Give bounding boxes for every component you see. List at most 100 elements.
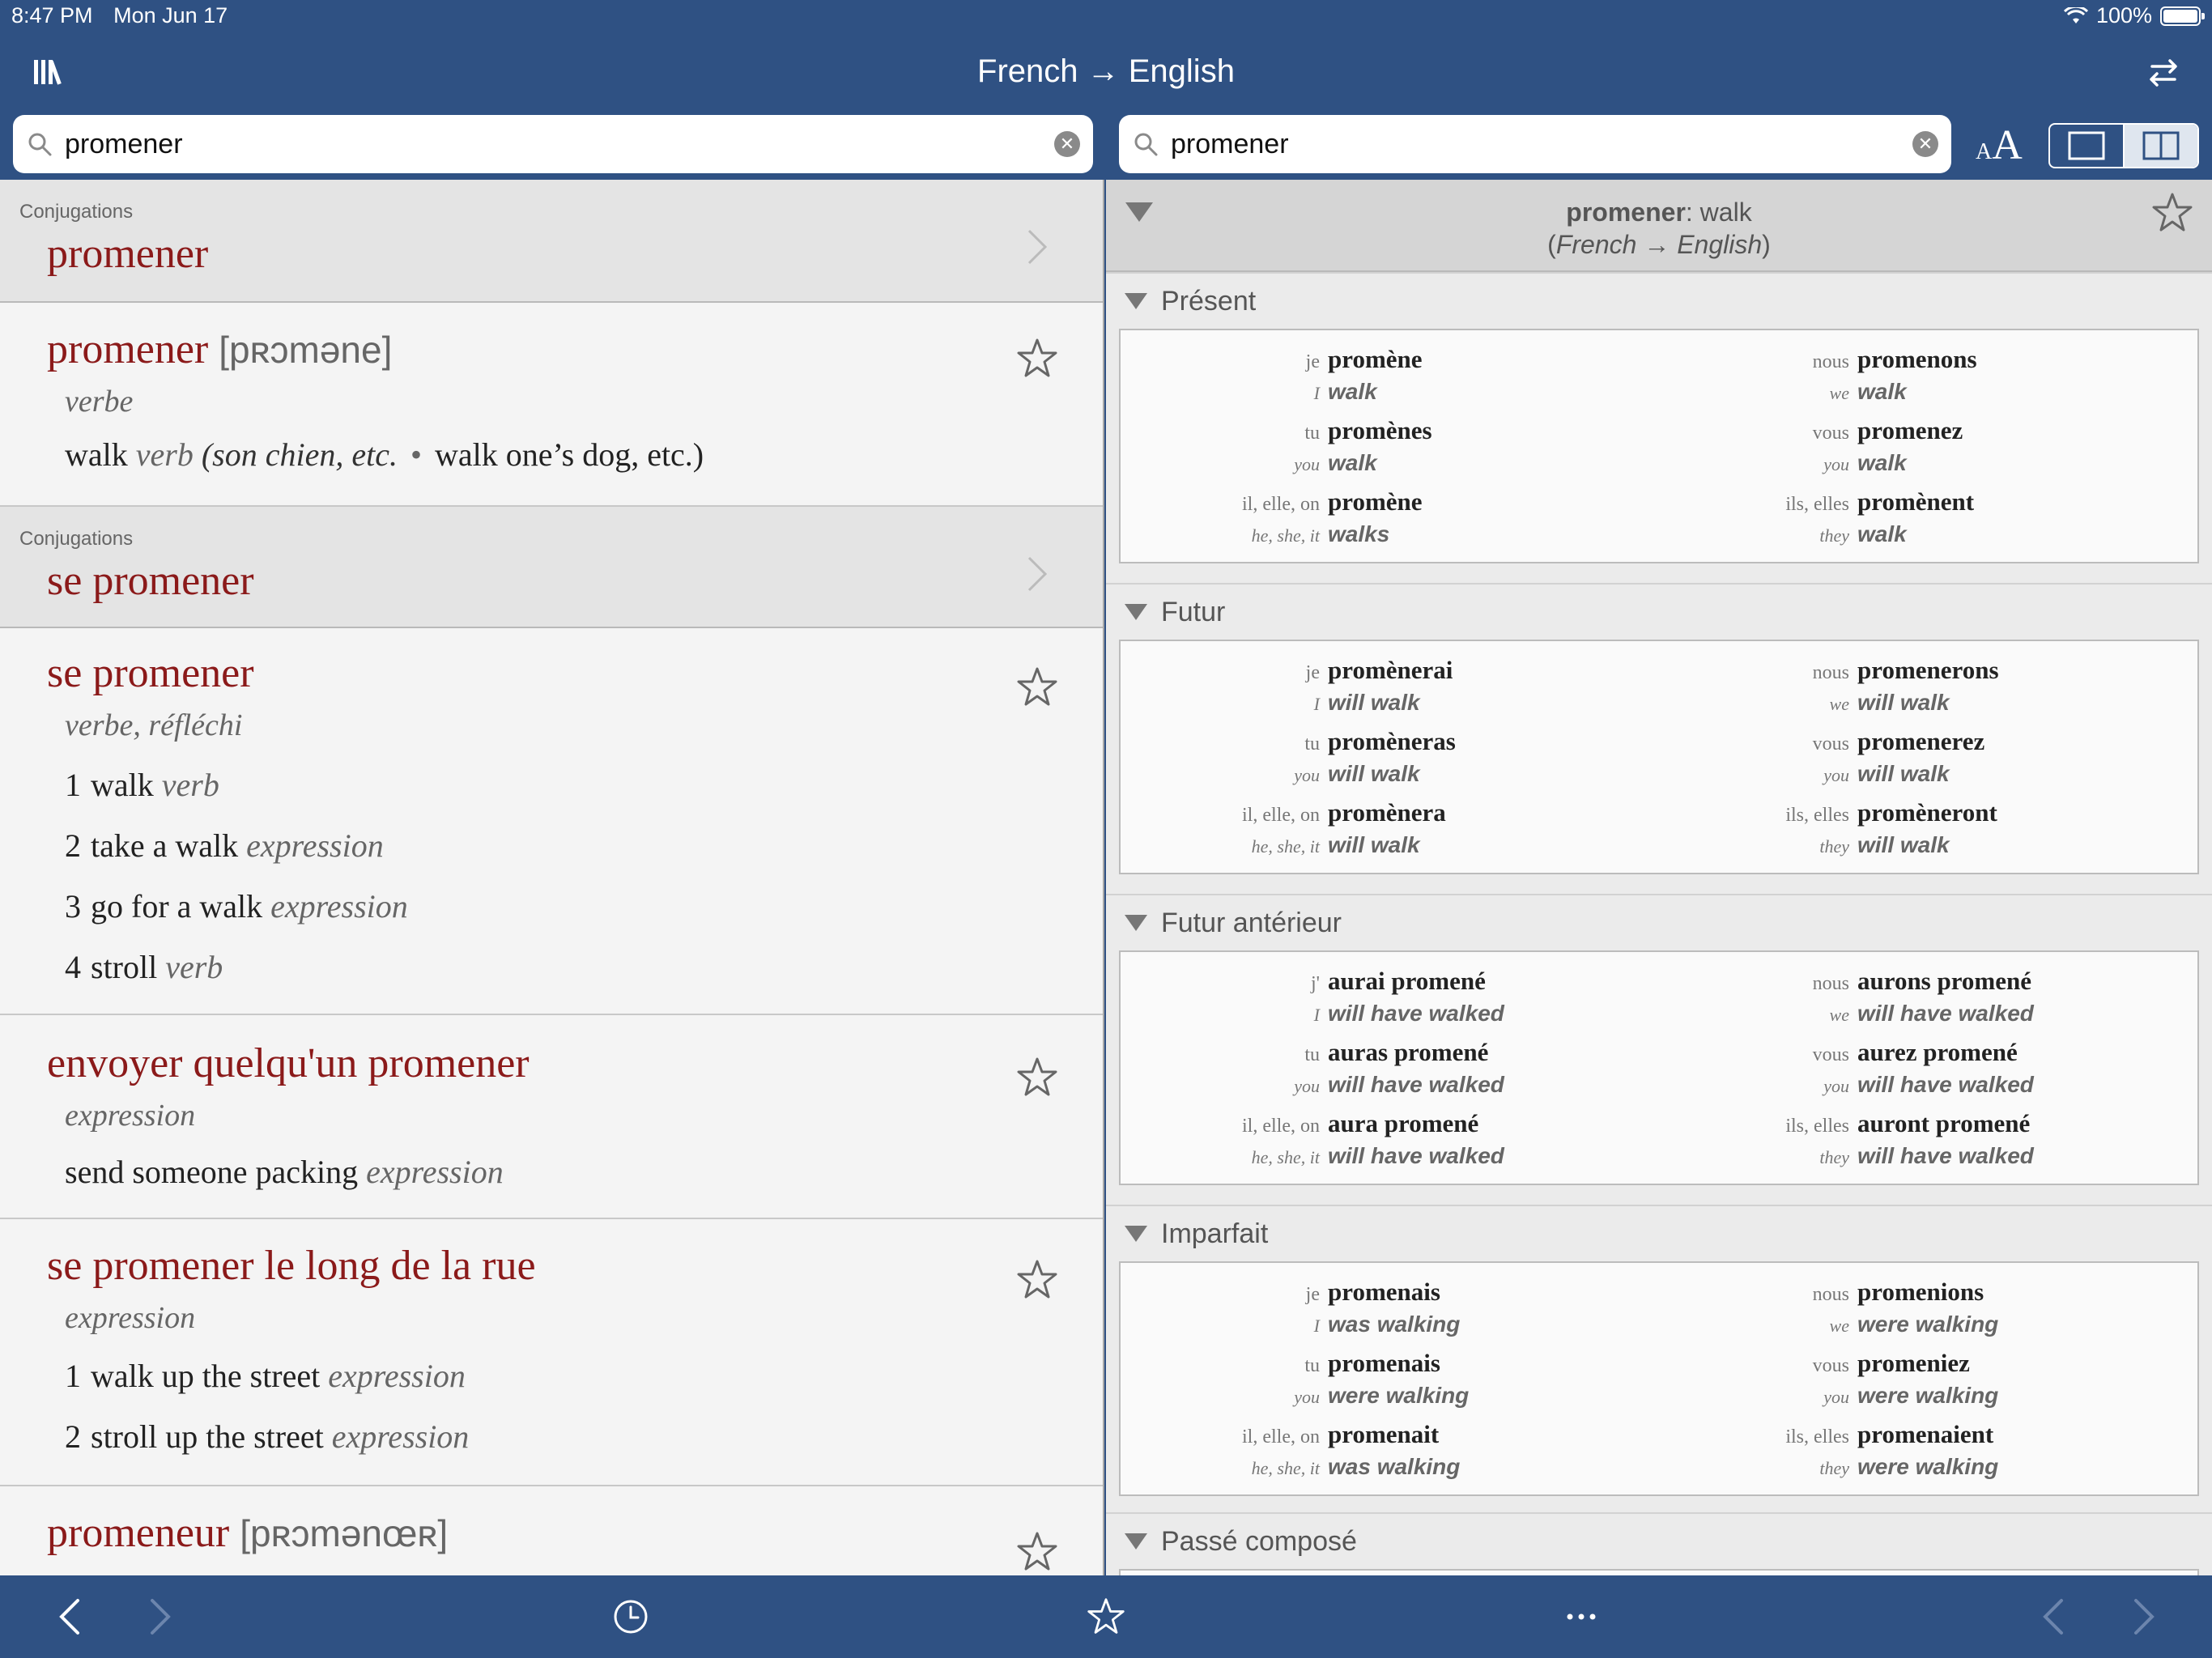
conjugation-translation: you were walking — [1823, 1383, 1999, 1408]
conjugation-form: je promènerai — [1305, 656, 1453, 684]
entry-sense: 4 stroll verb — [65, 949, 223, 985]
search-input-left[interactable] — [65, 128, 1054, 160]
favorites-icon[interactable] — [1086, 1596, 1126, 1637]
tense-header[interactable]: Futur — [1124, 596, 1225, 628]
conjugations-headword: se promener — [47, 558, 254, 604]
conjugation-translation: you walk — [1294, 450, 1377, 475]
tense-header[interactable]: Imparfait — [1124, 1218, 1268, 1250]
font-size-button[interactable]: AA — [1976, 121, 2032, 170]
star-icon[interactable] — [1015, 1258, 1059, 1302]
conjugation-translation: we will have walked — [1829, 1001, 2034, 1026]
conjugation-form: vous promenerez — [1812, 727, 1985, 755]
entry-sense: 2 take a walk expression — [65, 827, 384, 864]
conjugations-caption: Conjugations — [19, 201, 134, 223]
tense-name: Imparfait — [1161, 1218, 1269, 1249]
conjugation-translation: Iwill walk — [1313, 690, 1420, 715]
conjugation-translation: Iwas walking — [1313, 1312, 1461, 1337]
star-icon[interactable] — [1015, 337, 1059, 380]
entry-sense: 1 walk up the street expression — [65, 1358, 466, 1394]
tense-section-passe-compose[interactable]: Passé composé — [1106, 1512, 2212, 1575]
conjugation-form: nous promenons — [1812, 345, 1977, 373]
conjugations-caption: Conjugations — [19, 528, 134, 550]
status-bar-left: 8:47 PM Mon Jun 17 — [11, 3, 242, 28]
conjugation-translation: they were walking — [1819, 1454, 1999, 1479]
entry-se-promener-le-long-de-la-rue[interactable]: se promener le long de la rue expression… — [0, 1219, 1103, 1486]
conjugation-pane[interactable]: promener: walk (French → English) Présen… — [1106, 180, 2212, 1575]
tense-header[interactable]: Futur antérieur — [1124, 907, 1342, 939]
conjugation-form: vous promenez — [1812, 416, 1963, 444]
entry-pos: verbe — [65, 385, 134, 419]
entry-pos: verbe, réfléchi — [65, 708, 243, 742]
entry-promeneur[interactable]: promeneur [pʀɔmǝnœʀ] — [0, 1486, 1103, 1575]
swap-icon[interactable] — [2146, 55, 2181, 91]
conjugation-form: vous aurez promené — [1812, 1038, 2018, 1066]
tense-section[interactable]: Présent je promène Iwalk nous promenons we walk… — [1106, 272, 2212, 583]
tense-header[interactable]: Passé composé — [1124, 1525, 1357, 1558]
entry-sense: walk verb (son chien, etc. • walk one’s … — [65, 436, 704, 473]
tense-name: Futur antérieur — [1161, 907, 1342, 938]
clear-icon[interactable]: ✕ — [1912, 131, 1938, 157]
conjugation-form: nous promenions — [1812, 1278, 1984, 1306]
conjugation-header[interactable]: promener: walk (French → English) — [1106, 180, 2212, 272]
single-pane-view-button[interactable] — [2050, 125, 2123, 167]
entry-pos: expression — [65, 1099, 196, 1133]
conjugation-translation: he, she, it walks — [1251, 521, 1390, 546]
star-icon[interactable] — [1015, 1530, 1059, 1574]
search-input-right[interactable] — [1171, 128, 1912, 160]
battery-percent: 100% — [2095, 3, 2152, 28]
conjugation-translation: Iwill have walked — [1313, 1001, 1504, 1026]
conjugations-row-promener[interactable]: Conjugations promener — [0, 180, 1103, 303]
forward-icon[interactable] — [139, 1596, 180, 1637]
conjugation-translation: you will have walked — [1294, 1072, 1504, 1097]
split-pane-icon — [2142, 131, 2180, 160]
view-mode-toggle[interactable] — [2048, 123, 2199, 168]
conjugation-form: je promène — [1305, 345, 1423, 373]
conjugation-form: il, elle, on promenait — [1242, 1420, 1440, 1448]
conjugation-translation: you will have walked — [1823, 1072, 2034, 1097]
wifi-icon — [2063, 6, 2088, 23]
results-list[interactable]: Conjugations promener promener [pʀɔmǝne]… — [0, 180, 1104, 1575]
entry-se-promener[interactable]: se promener verbe, réfléchi 1 walk verb 2… — [0, 628, 1103, 1015]
previous-entry-icon[interactable] — [2034, 1596, 2074, 1637]
entry-envoyer-quelquun-promener[interactable]: envoyer quelqu'un promener expression se… — [0, 1015, 1103, 1219]
battery-icon — [2160, 6, 2205, 26]
tense-section[interactable]: Imparfait je promenais Iwas walking nous prom… — [1106, 1205, 2212, 1516]
disclosure-triangle-icon — [1125, 1533, 1147, 1550]
conjugation-form: il, elle, on promène — [1242, 487, 1423, 516]
conjugation-translation: he, she, it will walk — [1251, 832, 1420, 857]
conjugation-translation: they walk — [1819, 521, 1907, 546]
tense-section[interactable]: Futur antérieur j' aurai promené Iwill have… — [1106, 894, 2212, 1205]
disclosure-triangle-icon — [1125, 915, 1147, 931]
tense-header[interactable]: Présent — [1124, 285, 1256, 317]
conjugation-translation: you walk — [1823, 450, 1907, 475]
search-field-left[interactable]: ✕ — [13, 115, 1093, 173]
star-icon[interactable] — [1015, 1056, 1059, 1099]
star-icon[interactable] — [1015, 665, 1059, 709]
entry-sense: 2 stroll up the street expression — [65, 1418, 470, 1455]
chevron-right-icon — [1027, 556, 1048, 592]
search-field-right[interactable]: ✕ — [1119, 115, 1951, 173]
conjugation-form: vous promeniez — [1812, 1349, 1970, 1377]
bottom-toolbar — [0, 1575, 2212, 1658]
disclosure-triangle-icon — [1125, 293, 1147, 309]
conjugation-form: tu promenais — [1304, 1349, 1440, 1377]
clear-icon[interactable]: ✕ — [1054, 131, 1080, 157]
entry-promener[interactable]: promener [pʀɔmǝne] verbe walk verb (son … — [0, 303, 1103, 507]
conjugation-form: ils, elles auront promené — [1785, 1109, 2031, 1137]
back-icon[interactable] — [50, 1596, 91, 1637]
conjugation-translation: we will walk — [1829, 690, 1950, 715]
search-icon — [28, 133, 52, 156]
star-icon[interactable] — [2150, 191, 2194, 235]
tense-section[interactable]: Futur je promènerai Iwill walk nous promenero… — [1106, 583, 2212, 894]
pronunciation: [pʀɔmǝnœʀ] — [240, 1512, 449, 1554]
conjugations-row-se-promener[interactable]: Conjugations se promener — [0, 507, 1103, 628]
split-view-button[interactable] — [2123, 125, 2197, 167]
conjugation-table: je promène Iwalk nous promenons we walk tu promè… — [1119, 329, 2199, 563]
next-entry-icon[interactable] — [2123, 1596, 2163, 1637]
more-icon[interactable] — [1561, 1596, 1602, 1637]
history-icon[interactable] — [610, 1596, 651, 1637]
conjugation-translation: you were walking — [1294, 1383, 1470, 1408]
conjugations-headword: promener — [47, 231, 209, 277]
entry-headword: se promener le long de la rue — [47, 1243, 536, 1289]
conjugation-translation: you will walk — [1294, 761, 1420, 786]
